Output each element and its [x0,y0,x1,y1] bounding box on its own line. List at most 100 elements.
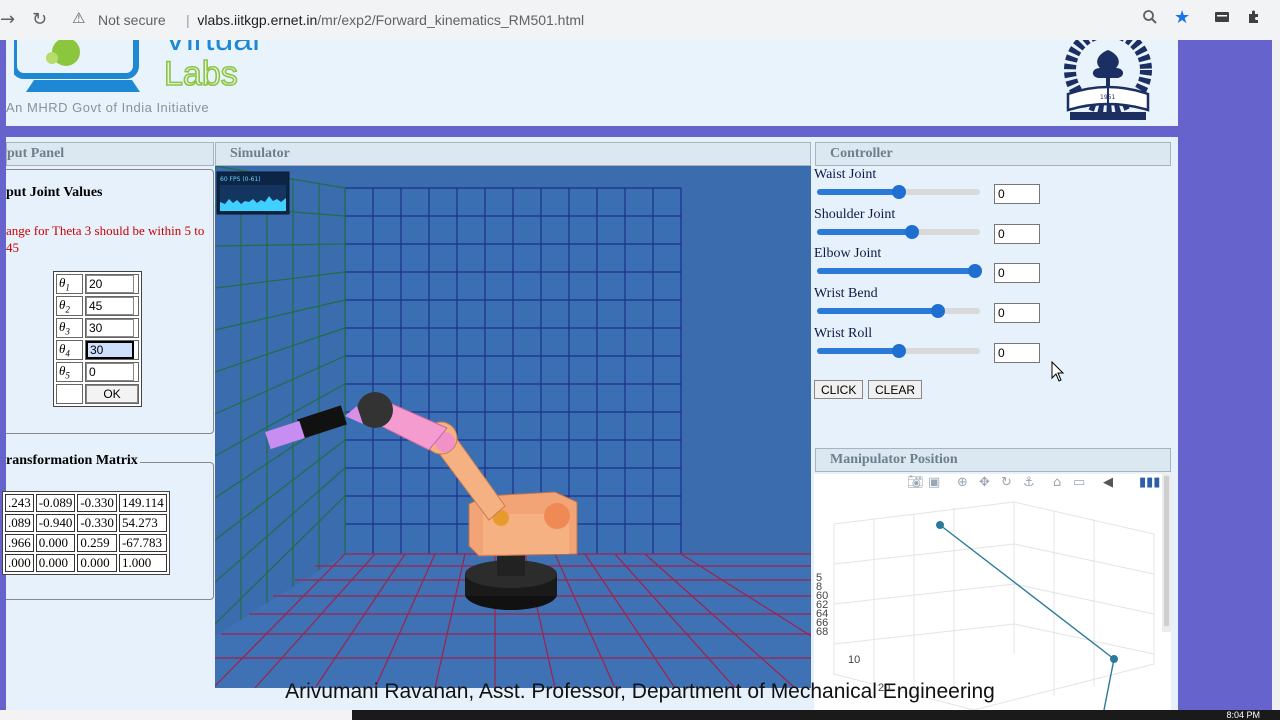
back-arrow-icon[interactable]: → [0,9,15,30]
fps-label: 60 FPS (0-61) [220,176,261,183]
theta-index: 3 [65,326,70,337]
manipulator-position-title: Manipulator Position [815,448,1171,472]
matrix-cell: -0.330 [77,494,117,512]
iit-kharagpur-logo: 1951 [1064,40,1152,120]
joint-value-input[interactable] [994,263,1040,283]
theta-label: θ1 [56,274,83,294]
joint-slider[interactable] [817,264,983,278]
url-path: /mr/exp2/Forward_kinematics_RM501.html [317,12,585,28]
controller-joint-label: Wrist Roll [814,326,873,341]
joint-slider[interactable] [817,344,980,358]
extensions-icon[interactable] [1246,9,1262,29]
matrix-cell: 0.000 [35,554,76,572]
slider-fill [817,308,938,314]
matrix-cell: 149.114 [118,494,167,512]
click-button[interactable]: CLICK [814,380,864,399]
joint-slider[interactable] [817,225,980,239]
plot-toolbar: 📷︎ ▣ ⊕ ✥ ↻ ⚓︎ ⌂ ▭ ◀ ▮▮▮ [907,475,1167,491]
slider-thumb[interactable] [930,304,945,318]
joint-value-input[interactable] [994,303,1040,323]
bookmark-star-icon[interactable]: ★ [1174,7,1190,28]
ok-row: OK [56,384,139,404]
matrix-cell: .089 [5,514,34,532]
warning-icon: ⚠ [72,9,86,27]
joint-slider[interactable] [817,304,980,318]
theta-5-input[interactable] [86,363,134,381]
theta-value-cell [85,318,139,338]
browser-toolbar: → ↻ ⚠ Not secure | vlabs.iitkgp.ernet.in… [0,0,1280,40]
joint-input-row: θ1 [56,274,139,294]
manipulator-3d-plot[interactable]: 5 8 60 62 64 66 68 10 20 [814,474,1171,711]
taskbar-search-area[interactable] [0,710,352,720]
slider-fill [817,268,976,274]
orbit-rotation-icon[interactable]: ↻ [1001,475,1012,490]
z-axis-ticks: 5 8 60 62 64 66 68 [816,573,829,638]
taskbar-clock: 8:04 PM [1226,710,1260,720]
matrix-cell: 0.000 [77,554,117,572]
theta-value-cell [85,362,139,382]
media-icon[interactable] [1214,9,1230,28]
page-scrollbar[interactable] [1272,40,1280,710]
slider-thumb[interactable] [968,264,983,278]
theta-range-warning: ange for Theta 3 should be within 5 to 4… [6,223,205,255]
camera-icon[interactable]: 📷︎ [907,475,924,490]
theta-value-cell [85,340,139,360]
matrix-cell: 0.259 [77,534,117,552]
matrix-cell: 0.000 [35,534,76,552]
ok-cell: OK [85,384,139,404]
reload-icon[interactable]: ↻ [32,9,47,30]
hover-label-icon[interactable]: ◀ [1103,475,1113,490]
axis-label-10: 10 [848,654,861,666]
joint-value-input[interactable] [994,224,1040,244]
pan-icon[interactable]: ✥ [979,475,990,490]
theta-index: 4 [65,348,70,359]
theta-index: 5 [65,370,70,381]
axis-tick-label: 68 [816,626,829,638]
controller-joint-label: Shoulder Joint [814,207,896,222]
theta-index: 1 [65,282,70,293]
controller-joint-label: Elbow Joint [814,246,882,261]
header-tagline: An MHRD Govt of India Initiative [6,100,210,115]
zoom-icon[interactable] [1142,9,1158,29]
joint-value-input[interactable] [994,184,1040,204]
address-bar[interactable]: ⚠ Not secure | vlabs.iitkgp.ernet.in/mr/… [62,5,1212,35]
input-joint-values-legend: put Joint Values [6,185,105,201]
matrix-cell: -0.940 [35,514,76,532]
slider-fill [817,348,899,354]
zoom-icon[interactable]: ⊕ [957,475,968,490]
ok-button[interactable]: OK [86,385,138,403]
url-text[interactable]: | vlabs.iitkgp.ernet.in/mr/exp2/Forward_… [186,12,584,28]
taskbar: 8:04 PM [0,710,1280,720]
slider-thumb[interactable] [891,344,906,358]
controller-joint-label: Waist Joint [814,167,877,182]
matrix-cell: .243 [5,494,34,512]
main-content: put Panel put Joint Values ange for Thet… [2,137,1178,711]
turntable-icon[interactable]: ⚓︎ [1023,475,1035,490]
theta-2-input[interactable] [86,297,134,315]
empty-cell [56,384,83,404]
security-label: Not secure [98,12,166,28]
theta-4-input[interactable] [86,341,134,359]
slider-fill [817,229,912,235]
plotly-logo-icon[interactable]: ▮▮▮ [1139,475,1160,490]
theta-1-input[interactable] [86,275,134,293]
theta-label: θ4 [56,340,83,360]
slider-thumb[interactable] [904,225,919,239]
site-header: Virtual Labs An MHRD Govt of India Initi… [6,40,1178,126]
matrix-cell: 54.273 [118,514,167,532]
save-icon[interactable]: ▣ [928,475,940,490]
footer-credit: Arivumani Ravanan, Asst. Professor, Depa… [285,680,995,703]
simulator-title: Simulator [215,142,811,166]
joint-slider[interactable] [817,185,980,199]
clear-button[interactable]: CLEAR [868,380,923,399]
svg-text:Labs: Labs [164,55,238,93]
matrix-cell: -67.783 [118,534,167,552]
slider-thumb[interactable] [891,185,906,199]
theta-3-input[interactable] [86,319,134,337]
controller-joint-label: Wrist Bend [814,286,878,301]
robot-3d-viewport[interactable]: 60 FPS (0-61) [215,166,811,688]
home-icon[interactable]: ⌂ [1053,475,1061,490]
joint-value-input[interactable] [994,343,1040,363]
camera-view-icon[interactable]: ▭ [1073,475,1085,490]
matrix-row: .966 0.000 0.259 -67.783 [5,534,167,552]
